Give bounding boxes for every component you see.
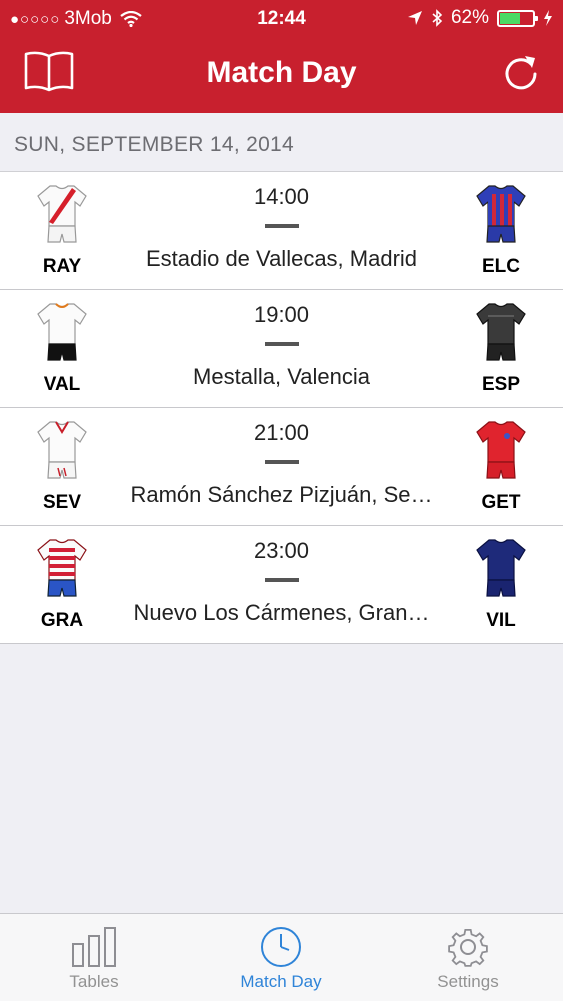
match-info: 14:00 Estadio de Vallecas, Madrid: [105, 172, 458, 272]
battery-icon: [497, 9, 538, 27]
home-team-abbr: SEV: [42, 492, 82, 513]
rayo-jersey-icon: [37, 185, 87, 243]
espanyol-jersey-icon: [476, 303, 526, 361]
kickoff-time: 21:00: [253, 420, 310, 445]
elche-jersey-icon: [476, 185, 526, 243]
valencia-jersey-icon: [37, 303, 87, 361]
tab-bar: Tables Match Day Settings: [0, 913, 563, 1001]
home-team-abbr: GRA: [40, 610, 84, 631]
refresh-button[interactable]: [501, 52, 541, 92]
away-team: ELC: [461, 184, 541, 278]
away-team: GET: [461, 420, 541, 514]
battery-percentage: 62%: [450, 7, 489, 28]
clock-icon: [261, 927, 301, 967]
venue: Estadio de Vallecas, Madrid: [145, 246, 418, 271]
kickoff-time: 19:00: [253, 302, 310, 327]
bluetooth-icon: [432, 9, 443, 27]
score-separator: [264, 460, 299, 464]
score-separator: [264, 224, 299, 228]
match-date: SUN, SEPTEMBER 14, 2014: [14, 133, 295, 156]
kickoff-time: 23:00: [253, 538, 310, 563]
charging-bolt-icon: [544, 10, 552, 26]
home-team-abbr: VAL: [43, 374, 81, 395]
home-team: GRA: [22, 538, 102, 632]
bar-chart-icon: [72, 927, 116, 967]
tab-label: Settings: [437, 972, 499, 991]
match-list: RAY 14:00 Estadio de Vallecas, Madrid EL…: [0, 172, 563, 644]
tab-label: Match Day: [240, 972, 322, 991]
venue: Nuevo Los Cármenes, Gran…: [133, 600, 430, 625]
tab-label: Tables: [69, 972, 119, 991]
score-separator: [264, 578, 299, 582]
getafe-jersey-icon: [476, 421, 526, 479]
tab-tables[interactable]: Tables: [14, 914, 174, 1001]
venue: Ramón Sánchez Pizjuán, Se…: [130, 482, 433, 507]
away-team: ESP: [461, 302, 541, 396]
match-info: 19:00 Mestalla, Valencia: [105, 290, 458, 390]
score-separator: [264, 342, 299, 346]
section-header: SUN, SEPTEMBER 14, 2014: [0, 113, 563, 172]
granada-jersey-icon: [37, 539, 87, 597]
home-team: RAY: [22, 184, 102, 278]
away-team-abbr: GET: [481, 492, 521, 513]
navigation-header: ●○○○○ 3Mob 12:44 62% Match Day: [0, 0, 563, 113]
away-team-abbr: VIL: [486, 610, 516, 631]
match-info: 21:00 Ramón Sánchez Pizjuán, Se…: [105, 408, 458, 508]
match-row[interactable]: RAY 14:00 Estadio de Vallecas, Madrid EL…: [0, 172, 563, 290]
away-team-abbr: ESP: [481, 374, 521, 395]
home-team: SEV: [22, 420, 102, 514]
away-team: VIL: [461, 538, 541, 632]
gear-icon: [448, 928, 488, 967]
tab-settings[interactable]: Settings: [388, 914, 548, 1001]
match-row[interactable]: VAL 19:00 Mestalla, Valencia ESP: [0, 290, 563, 408]
home-team: VAL: [22, 302, 102, 396]
match-row[interactable]: SEV 21:00 Ramón Sánchez Pizjuán, Se… GET: [0, 408, 563, 526]
match-row[interactable]: GRA 23:00 Nuevo Los Cármenes, Gran… VIL: [0, 526, 563, 644]
venue: Mestalla, Valencia: [193, 364, 370, 389]
status-bar: ●○○○○ 3Mob 12:44 62%: [0, 0, 563, 38]
match-info: 23:00 Nuevo Los Cármenes, Gran…: [105, 526, 458, 626]
refresh-icon: [505, 56, 537, 90]
sevilla-jersey-icon: [37, 421, 87, 479]
away-team-abbr: ELC: [482, 256, 520, 277]
home-team-abbr: RAY: [42, 256, 82, 277]
page-title: Match Day: [206, 56, 357, 89]
villarreal-jersey-icon: [476, 539, 526, 597]
location-arrow-icon: [407, 11, 422, 25]
tab-match-day[interactable]: Match Day: [201, 914, 361, 1001]
kickoff-time: 14:00: [253, 184, 310, 209]
